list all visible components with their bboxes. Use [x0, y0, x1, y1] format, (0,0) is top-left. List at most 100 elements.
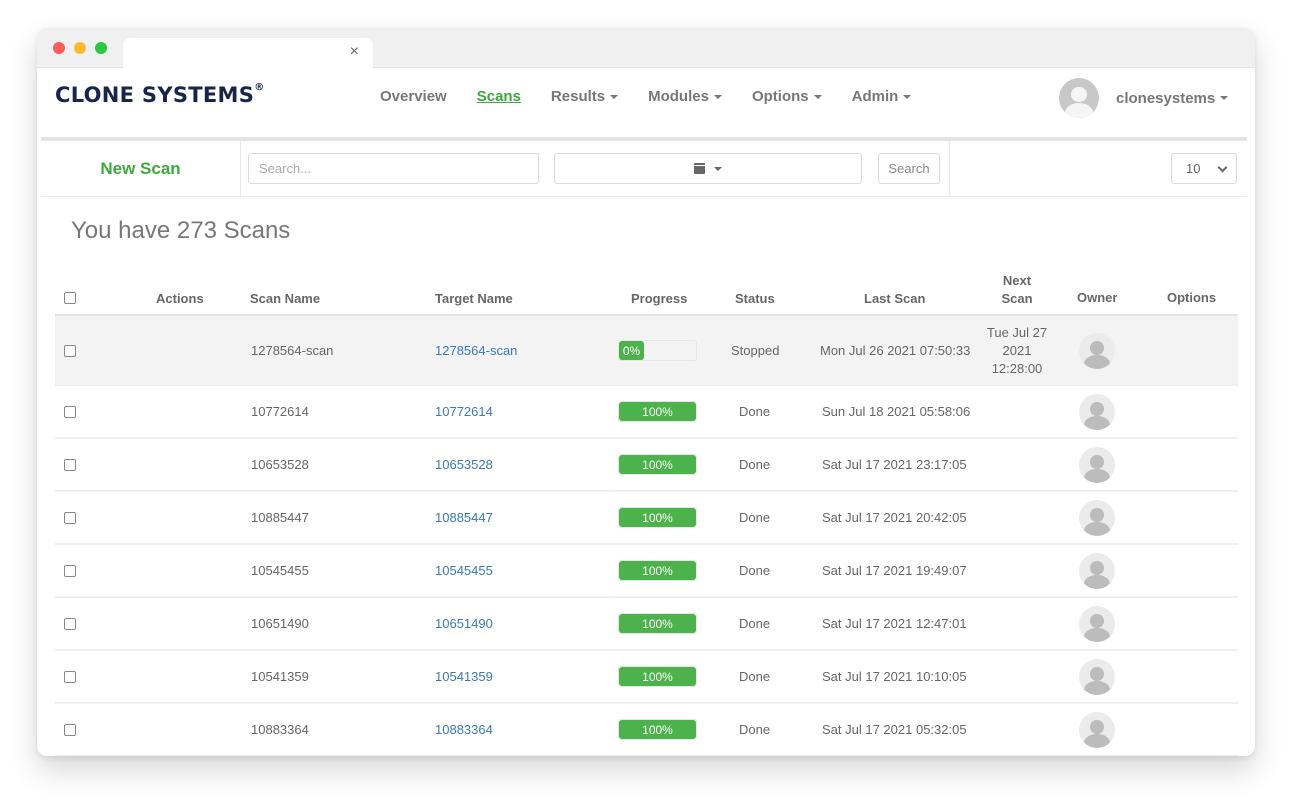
user-menu[interactable]: clonesystems [1059, 78, 1229, 118]
row-checkbox[interactable] [64, 345, 76, 357]
table-body: 1278564-scan 1278564-scan 0% Stopped Mon… [55, 316, 1238, 756]
page-title: You have 273 Scans [71, 217, 291, 244]
nav-scans[interactable]: Scans [477, 88, 521, 105]
browser-tab[interactable]: × [123, 38, 373, 69]
new-scan-button[interactable]: New Scan [41, 141, 241, 196]
page-size-value: 10 [1186, 161, 1201, 176]
nav-results[interactable]: Results [550, 88, 619, 105]
table-row[interactable]: 10651490 10651490 100% Done Sat Jul 17 2… [55, 598, 1238, 651]
nav-label: Modules [648, 88, 709, 105]
last-scan-time: Sat Jul 17 2021 10:10:05 [822, 669, 967, 684]
table-row[interactable]: 10541359 10541359 100% Done Sat Jul 17 2… [55, 651, 1238, 704]
date-filter-dropdown[interactable] [554, 153, 862, 184]
nav-options[interactable]: Options [752, 88, 822, 105]
progress-fill: 100% [619, 402, 696, 421]
row-checkbox[interactable] [64, 724, 76, 736]
minimize-window-button[interactable] [74, 42, 86, 54]
next-scan-time: Tue Jul 27 2021 12:28:00 [986, 325, 1048, 376]
owner-avatar-icon [1079, 712, 1115, 748]
owner-avatar-icon [1079, 500, 1115, 536]
scan-name: 10772614 [251, 404, 309, 419]
last-scan-time: Sat Jul 17 2021 19:49:07 [822, 563, 967, 578]
logo[interactable]: CLONE SYSTEMS® [55, 82, 265, 107]
target-name-link[interactable]: 10545455 [435, 563, 493, 578]
nav-modules[interactable]: Modules [648, 88, 722, 105]
status-label: Done [739, 563, 771, 578]
nav-overview[interactable]: Overview [380, 88, 447, 105]
scan-name: 10651490 [251, 616, 309, 631]
target-name-link[interactable]: 10885447 [435, 510, 493, 525]
target-name-link[interactable]: 1278564-scan [435, 343, 517, 358]
target-name-link[interactable]: 10772614 [435, 404, 493, 419]
last-scan-time: Sun Jul 18 2021 05:58:06 [822, 404, 971, 419]
progress-fill: 100% [619, 667, 696, 686]
nav-label: Scans [476, 88, 521, 105]
search-button[interactable]: Search [878, 153, 940, 184]
row-checkbox[interactable] [64, 671, 76, 683]
row-checkbox[interactable] [64, 618, 76, 630]
target-name-link[interactable]: 10651490 [435, 616, 493, 631]
row-checkbox[interactable] [64, 512, 76, 524]
maximize-window-button[interactable] [95, 42, 107, 54]
row-checkbox[interactable] [64, 565, 76, 577]
close-tab-icon[interactable]: × [350, 43, 359, 61]
progress-bar: 0% [618, 340, 697, 361]
nav-admin[interactable]: Admin [852, 88, 912, 105]
column-header-status[interactable]: Status [735, 290, 775, 308]
table-header: Actions Scan Name Target Name Progress S… [55, 264, 1238, 316]
page-size-select[interactable]: 10 [1171, 153, 1237, 184]
owner-avatar-icon [1079, 447, 1115, 483]
progress-fill: 100% [619, 508, 696, 527]
progress-bar: 100% [618, 719, 697, 740]
column-header-next-scan[interactable]: Next Scan [999, 272, 1035, 308]
status-label: Done [739, 457, 771, 472]
last-scan-time: Mon Jul 26 2021 07:50:33 [820, 343, 971, 358]
table-row[interactable]: 10883364 10883364 100% Done Sat Jul 17 2… [55, 704, 1238, 756]
chevron-down-icon [610, 95, 619, 100]
owner-avatar-icon [1079, 333, 1115, 369]
scan-name: 1278564-scan [251, 343, 334, 358]
target-name-link[interactable]: 10653528 [435, 457, 493, 472]
progress-fill: 100% [619, 720, 696, 739]
browser-titlebar: × [37, 28, 1255, 69]
row-checkbox[interactable] [64, 459, 76, 471]
progress-bar: 100% [618, 666, 697, 687]
scan-name: 10885447 [251, 510, 309, 525]
target-name-link[interactable]: 10541359 [435, 669, 493, 684]
nav-label: Results [550, 88, 606, 105]
table-row[interactable]: 10545455 10545455 100% Done Sat Jul 17 2… [55, 545, 1238, 598]
status-label: Done [739, 510, 771, 525]
table-row[interactable]: 10885447 10885447 100% Done Sat Jul 17 2… [55, 492, 1238, 545]
column-header-scan-name[interactable]: Scan Name [250, 290, 320, 308]
scan-name: 10653528 [251, 457, 309, 472]
owner-avatar-icon [1079, 394, 1115, 430]
row-checkbox[interactable] [64, 406, 76, 418]
scan-toolbar: New Scan Search 10 [41, 141, 1247, 197]
top-navbar: CLONE SYSTEMS® Overview Scans Results Modul… [37, 68, 1255, 139]
target-name-link[interactable]: 10883364 [435, 722, 493, 737]
nav-label: Options [751, 88, 809, 105]
main-nav: Overview Scans Results Modules Options Admin [380, 88, 941, 105]
table-row[interactable]: 1278564-scan 1278564-scan 0% Stopped Mon… [55, 316, 1238, 386]
last-scan-time: Sat Jul 17 2021 20:42:05 [822, 510, 967, 525]
chevron-down-icon [1217, 162, 1228, 173]
toolbar-divider [949, 141, 950, 196]
table-row[interactable]: 10772614 10772614 100% Done Sun Jul 18 2… [55, 386, 1238, 439]
search-input[interactable] [248, 153, 539, 184]
table-row[interactable]: 10653528 10653528 100% Done Sat Jul 17 2… [55, 439, 1238, 492]
browser-window: × CLONE SYSTEMS® Overview Scans Results Mod… [37, 28, 1255, 756]
chevron-down-icon [903, 95, 912, 100]
scan-name: 10541359 [251, 669, 309, 684]
column-header-progress[interactable]: Progress [631, 290, 687, 308]
select-all-checkbox[interactable] [64, 292, 76, 304]
chevron-down-icon [1220, 96, 1229, 100]
column-header-owner: Owner [1077, 290, 1118, 305]
status-label: Stopped [731, 343, 780, 358]
status-label: Done [739, 404, 771, 419]
column-header-last-scan[interactable]: Last Scan [864, 290, 925, 308]
progress-fill: 100% [619, 455, 696, 474]
column-header-target-name[interactable]: Target Name [435, 290, 513, 308]
user-avatar-icon[interactable] [1059, 78, 1099, 118]
status-label: Done [739, 616, 771, 631]
close-window-button[interactable] [53, 42, 65, 54]
